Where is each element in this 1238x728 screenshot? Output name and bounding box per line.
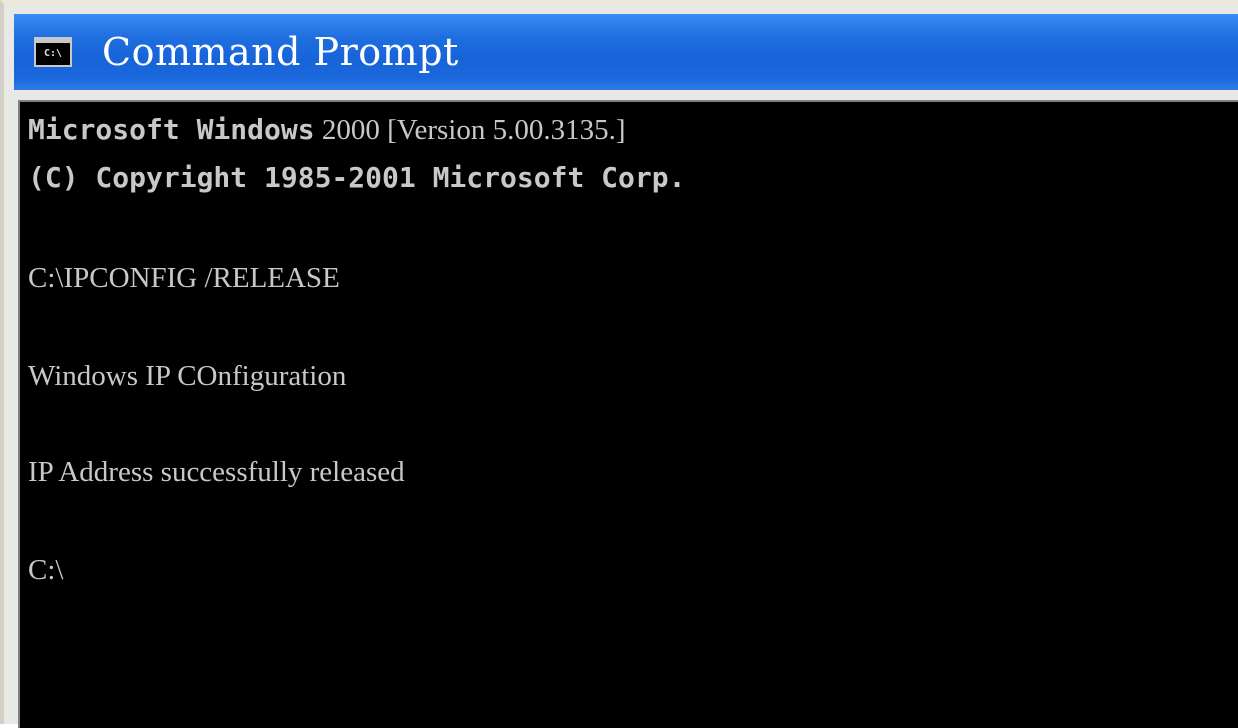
banner-version: 2000 [Version 5.00.3135.] [314, 114, 626, 146]
console-icon[interactable]: C:\ [34, 37, 72, 67]
banner-line: Microsoft Windows 2000 [Version 5.00.313… [28, 116, 626, 145]
copyright-line: (C) Copyright 1985-2001 Microsoft Corp. [28, 161, 686, 194]
console-icon-label: C:\ [43, 48, 63, 59]
window-title: Command Prompt [102, 30, 459, 74]
output-message: IP Address successfully released [28, 456, 405, 488]
title-bar[interactable]: C:\ Command Prompt [14, 14, 1238, 90]
banner-product: Microsoft Windows [28, 113, 315, 146]
command-line: C:\IPCONFIG /RELEASE [28, 262, 340, 294]
console-output[interactable]: Microsoft Windows 2000 [Version 5.00.313… [18, 100, 1238, 728]
command-prompt[interactable]: C:\ [28, 556, 63, 585]
output-heading: Windows IP COnfiguration [28, 360, 347, 392]
command-prompt-window: C:\ Command Prompt Microsoft Windows 200… [0, 0, 1238, 728]
